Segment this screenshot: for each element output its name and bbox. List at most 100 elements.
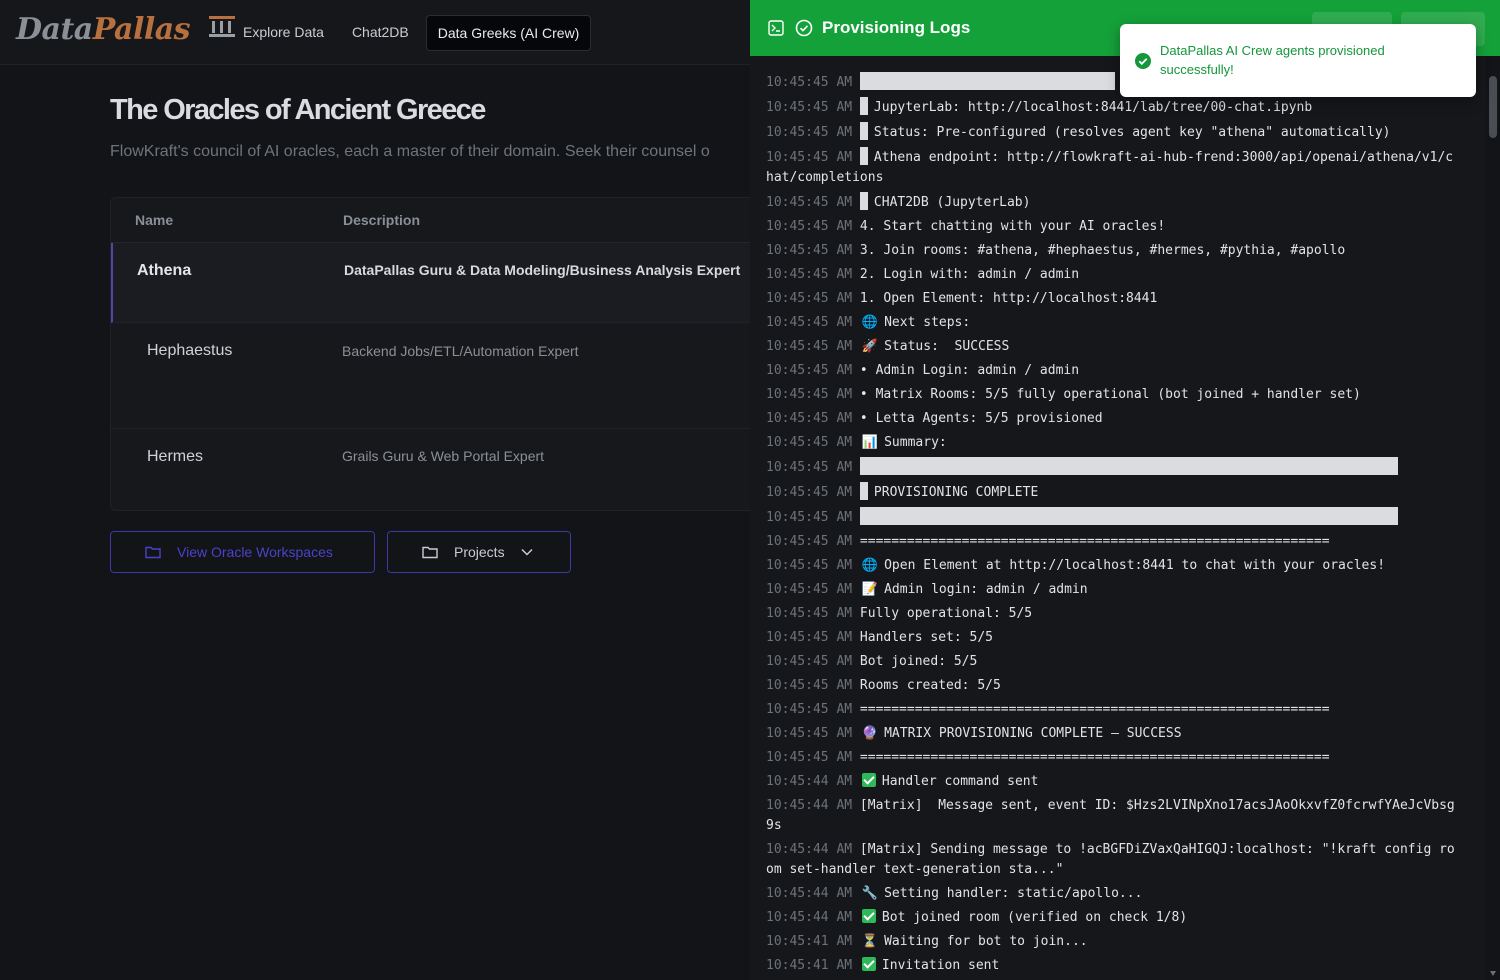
log-text: CHAT2DB (JupyterLab)	[873, 195, 1031, 210]
log-line: 10:45:45 AM 🌐 Next steps:	[750, 313, 1486, 333]
log-text: JupyterLab: http://localhost:8441/lab/tr…	[873, 100, 1313, 115]
log-text: 2. Login with: admin / admin	[859, 267, 1080, 282]
log-line: 10:45:45 AM PROVISIONING COMPLETE	[750, 482, 1486, 503]
log-block-marker	[859, 482, 868, 500]
log-block-bar	[859, 507, 1398, 525]
log-scrollbar[interactable]	[1486, 56, 1500, 980]
log-line: 10:45:45 AM • Admin Login: admin / admin	[750, 361, 1486, 381]
log-timestamp: 10:45:45 AM	[766, 534, 860, 549]
log-timestamp: 10:45:45 AM	[766, 702, 860, 717]
log-emoji-icon: 🌐	[861, 315, 879, 330]
success-toast[interactable]: DataPallas AI Crew agents provisioned su…	[1120, 24, 1476, 97]
log-text: Status: SUCCESS	[884, 339, 1010, 354]
toast-message: DataPallas AI Crew agents provisioned su…	[1160, 43, 1385, 77]
app-logo[interactable]: DataPallas	[16, 12, 236, 47]
provisioning-logs-panel: Provisioning Logs 10:45:45 AM 10:45:45 A…	[750, 0, 1500, 980]
log-timestamp: 10:45:44 AM	[766, 886, 860, 901]
column-header-name[interactable]: Name	[111, 212, 343, 228]
log-line: 10:45:45 AM 2. Login with: admin / admin	[750, 265, 1486, 285]
log-text: Status: Pre-configured (resolves agent k…	[873, 125, 1391, 140]
log-line: 10:45:45 AM 📝 Admin login: admin / admin	[750, 580, 1486, 600]
log-text: MATRIX PROVISIONING COMPLETE — SUCCESS	[884, 726, 1182, 741]
log-timestamp: 10:45:45 AM	[766, 387, 860, 402]
log-line: 10:45:45 AM 1. Open Element: http://loca…	[750, 289, 1486, 309]
log-emoji-icon: 📊	[861, 435, 879, 450]
log-text: Open Element at http://localhost:8441 to…	[884, 558, 1386, 573]
table-row-hermes[interactable]: Hermes Grails Guru & Web Portal Expert	[111, 429, 751, 510]
log-timestamp: 10:45:45 AM	[766, 339, 860, 354]
log-timestamp: 10:45:45 AM	[766, 558, 860, 573]
log-timestamp: 10:45:41 AM	[766, 934, 860, 949]
log-text: • Admin Login: admin / admin	[859, 363, 1080, 378]
log-block-marker	[859, 147, 868, 165]
view-oracle-workspaces-button[interactable]: View Oracle Workspaces	[110, 531, 375, 573]
log-line: 10:45:45 AM Bot joined: 5/5	[750, 652, 1486, 672]
check-mark-icon	[861, 909, 876, 923]
row-description: Backend Jobs/ETL/Automation Expert	[342, 343, 579, 359]
log-emoji-icon: 🔮	[861, 726, 879, 741]
log-text: Invitation sent	[881, 958, 1000, 973]
log-emoji-icon: 📝	[861, 582, 879, 597]
check-mark-icon	[861, 773, 876, 787]
log-line: 10:45:45 AM 4. Start chatting with your …	[750, 217, 1486, 237]
main-nav: Explore Data Chat2DB Data Greeks (AI Cre…	[232, 15, 592, 51]
log-line: 10:45:45 AM • Matrix Rooms: 5/5 fully op…	[750, 385, 1486, 405]
log-line: 10:45:45 AM	[750, 507, 1486, 528]
table-row-hephaestus[interactable]: Hephaestus Backend Jobs/ETL/Automation E…	[111, 323, 751, 429]
log-block-marker	[859, 122, 868, 140]
log-line: 10:45:44 AM [Matrix] Message sent, event…	[750, 796, 1486, 836]
log-output[interactable]: 10:45:45 AM 10:45:45 AM JupyterLab: http…	[750, 72, 1486, 980]
log-text: • Letta Agents: 5/5 provisioned	[859, 411, 1103, 426]
log-line: 10:45:45 AM 🌐 Open Element at http://loca…	[750, 556, 1486, 576]
nav-explore-data[interactable]: Explore Data	[232, 15, 335, 51]
log-line: 10:45:45 AM 3. Join rooms: #athena, #hep…	[750, 241, 1486, 261]
scroll-down-icon[interactable]	[1490, 971, 1496, 976]
log-timestamp: 10:45:45 AM	[766, 150, 860, 165]
log-timestamp: 10:45:45 AM	[766, 363, 860, 378]
log-text: ========================================…	[859, 750, 1330, 765]
log-line: 10:45:44 AM Handler command sent	[750, 772, 1486, 792]
log-text: Fully operational: 5/5	[859, 606, 1033, 621]
log-text: [Matrix] Sending message to !acBGFDiZVax…	[766, 842, 1455, 877]
log-timestamp: 10:45:45 AM	[766, 125, 860, 140]
terminal-icon	[768, 20, 784, 36]
log-timestamp: 10:45:45 AM	[766, 460, 860, 475]
log-emoji-icon: 🌐	[861, 558, 879, 573]
log-block-marker	[859, 97, 868, 115]
log-line: 10:45:45 AM 📊 Summary:	[750, 433, 1486, 453]
log-line: 10:45:41 AM ⏳ Waiting for bot to join...	[750, 932, 1486, 952]
check-circle-icon	[1135, 53, 1151, 69]
column-header-description[interactable]: Description	[343, 212, 420, 228]
log-line: 10:45:44 AM Bot joined room (verified on…	[750, 908, 1486, 928]
row-name: Athena	[137, 262, 192, 279]
check-circle-icon	[795, 19, 813, 37]
panel-title: Provisioning Logs	[822, 18, 971, 37]
nav-chat2db[interactable]: Chat2DB	[341, 15, 420, 51]
log-text: 1. Open Element: http://localhost:8441	[859, 291, 1158, 306]
log-text: [Matrix] Message sent, event ID: $Hzs2LV…	[766, 798, 1455, 833]
log-text: Setting handler: static/apollo...	[884, 886, 1143, 901]
table-row-athena[interactable]: Athena DataPallas Guru & Data Modeling/B…	[111, 243, 751, 323]
main-app: DataPallas Explore Data Chat2DB Data Gre…	[0, 0, 751, 980]
nav-data-greeks[interactable]: Data Greeks (AI Crew)	[425, 15, 592, 51]
projects-dropdown-button[interactable]: Projects	[387, 531, 571, 573]
log-timestamp: 10:45:41 AM	[766, 958, 860, 973]
log-emoji-icon: 🚀	[861, 339, 879, 354]
log-block-bar	[859, 72, 1115, 90]
log-line: 10:45:45 AM	[750, 457, 1486, 478]
log-timestamp: 10:45:45 AM	[766, 678, 860, 693]
log-timestamp: 10:45:45 AM	[766, 291, 860, 306]
log-text: Bot joined room (verified on check 1/8)	[881, 910, 1188, 925]
log-timestamp: 10:45:45 AM	[766, 606, 860, 621]
log-text: • Matrix Rooms: 5/5 fully operational (b…	[859, 387, 1361, 402]
log-timestamp: 10:45:45 AM	[766, 435, 860, 450]
log-line: 10:45:45 AM Handlers set: 5/5	[750, 628, 1486, 648]
log-timestamp: 10:45:45 AM	[766, 100, 860, 115]
scrollbar-thumb[interactable]	[1489, 76, 1497, 138]
log-line: 10:45:45 AM Rooms created: 5/5	[750, 676, 1486, 696]
log-emoji-icon: 🔧	[861, 886, 879, 901]
log-line: 10:45:45 AM • Letta Agents: 5/5 provisio…	[750, 409, 1486, 429]
log-line: 10:45:45 AM 🔮 MATRIX PROVISIONING COMPLET…	[750, 724, 1486, 744]
log-text: Admin login: admin / admin	[884, 582, 1088, 597]
log-timestamp: 10:45:45 AM	[766, 243, 860, 258]
